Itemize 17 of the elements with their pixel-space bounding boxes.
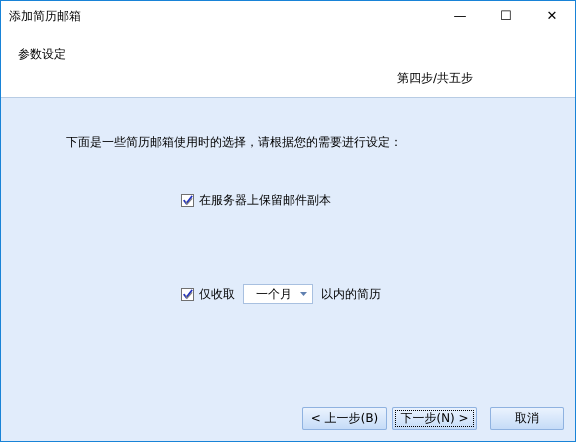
cancel-button[interactable]: 取消 [490,406,564,430]
period-dropdown[interactable]: 一个月 [243,284,313,304]
window-title: 添加简历邮箱 [8,8,81,24]
option-label: 以内的简历 [321,286,381,302]
instruction-text: 下面是一些简历邮箱使用时的选择，请根据您的需要进行设定： [66,134,403,151]
page-subtitle: 参数设定 [17,46,67,63]
option-label: 仅收取 [199,286,235,302]
minimize-button[interactable]: — [437,1,483,31]
option-label: 在服务器上保留邮件副本 [199,192,331,208]
back-button[interactable]: < 上一步(B) [302,406,387,430]
step-indicator: 第四步/共五步 [396,70,474,87]
checkbox[interactable] [181,288,194,300]
dropdown-arrow-icon[interactable] [300,292,307,296]
checkbox[interactable] [181,194,194,206]
maximize-button[interactable]: ☐ [483,1,529,31]
next-button[interactable]: 下一步(N) > [392,406,477,430]
close-button[interactable]: ✕ [529,1,575,31]
